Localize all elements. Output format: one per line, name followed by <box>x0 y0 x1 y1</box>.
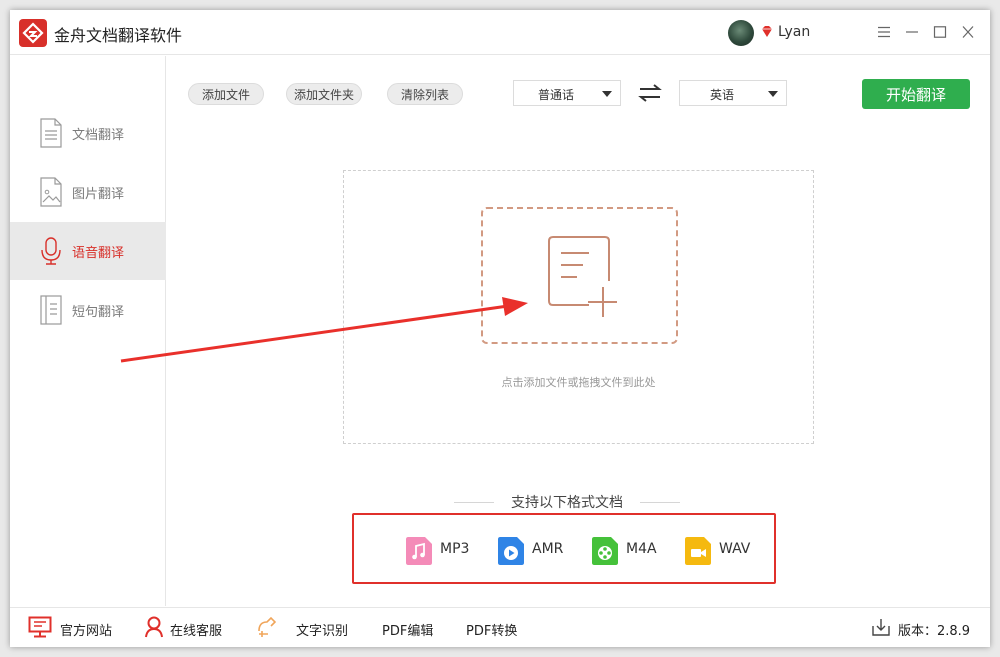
format-label: M4A <box>626 541 657 557</box>
divider <box>454 502 494 503</box>
official-website-label: 官方网站 <box>60 624 113 639</box>
sidebar-item-label: 图片翻译 <box>72 187 125 202</box>
image-icon <box>40 177 62 207</box>
sidebar: 文档翻译 图片翻译 语音翻译 短句翻译 <box>10 56 166 606</box>
start-translate-button[interactable]: 开始翻译 <box>862 79 970 109</box>
chevron-down-icon <box>768 91 778 97</box>
video-file-icon <box>685 537 711 565</box>
source-language-select[interactable]: 普通话 <box>513 80 621 106</box>
official-website-link[interactable]: 官方网站 <box>26 608 118 647</box>
notebook-icon <box>40 295 62 325</box>
target-language-select[interactable]: 英语 <box>679 80 787 106</box>
target-language-value: 英语 <box>709 88 734 102</box>
online-support-link[interactable]: 在线客服 <box>144 608 236 647</box>
online-support-label: 在线客服 <box>170 624 223 639</box>
download-update-icon <box>872 619 890 636</box>
add-file-target[interactable] <box>481 207 678 344</box>
sidebar-item-sentence-translate[interactable]: 短句翻译 <box>10 281 166 339</box>
pdf-convert-label: PDF转换 <box>466 624 518 639</box>
file-drop-zone[interactable]: 点击添加文件或拖拽文件到此处 <box>343 170 814 444</box>
document-icon <box>40 118 62 148</box>
status-bar: 官方网站 在线客服 文字识别 PDF编辑 PDF转换 版本：2.8.9 <box>10 607 990 647</box>
app-title: 金舟文档翻译软件 <box>54 26 183 45</box>
close-icon <box>962 26 974 38</box>
microphone-icon <box>41 237 61 265</box>
reel-file-icon <box>592 537 618 565</box>
monitor-icon <box>28 616 52 638</box>
version-label: 版本：2.8.9 <box>898 624 971 639</box>
close-button[interactable] <box>956 20 980 44</box>
formats-title-text: 支持以下格式文档 <box>511 495 623 511</box>
formats-title: 支持以下格式文档 <box>454 492 680 512</box>
pdf-edit-label: PDF编辑 <box>382 624 434 639</box>
app-logo-icon <box>19 19 47 47</box>
menu-button[interactable] <box>872 20 896 44</box>
divider <box>640 502 680 503</box>
menu-icon <box>878 26 890 38</box>
format-label: WAV <box>719 541 751 557</box>
format-label: AMR <box>532 541 564 557</box>
pdf-convert-link[interactable]: PDF转换 <box>466 608 526 647</box>
drop-hint: 点击添加文件或拖拽文件到此处 <box>501 376 656 389</box>
swap-languages-icon[interactable] <box>638 82 662 104</box>
sidebar-item-label: 短句翻译 <box>72 305 125 320</box>
ocr-label: 文字识别 <box>296 624 349 639</box>
sidebar-item-image-translate[interactable]: 图片翻译 <box>10 163 166 221</box>
document-add-icon <box>548 236 617 317</box>
user-support-icon <box>145 616 163 638</box>
chevron-down-icon <box>602 91 612 97</box>
app-window: 金舟文档翻译软件 Lyan 文档翻译 图片翻译 语音翻译 短句翻译 添加文件 添… <box>10 10 990 647</box>
ocr-scan-icon <box>258 616 277 637</box>
maximize-icon <box>933 26 947 38</box>
music-file-icon <box>406 537 432 565</box>
minimize-button[interactable] <box>900 20 924 44</box>
clear-list-button[interactable]: 清除列表 <box>387 83 463 105</box>
sidebar-item-label: 文档翻译 <box>72 128 125 143</box>
sidebar-item-voice-translate[interactable]: 语音翻译 <box>10 222 166 280</box>
format-label: MP3 <box>440 541 470 557</box>
title-bar: 金舟文档翻译软件 Lyan <box>10 10 990 55</box>
play-file-icon <box>498 537 524 565</box>
sidebar-item-document-translate[interactable]: 文档翻译 <box>10 104 166 162</box>
avatar[interactable] <box>728 20 754 46</box>
sidebar-item-label: 语音翻译 <box>72 246 125 261</box>
vip-diamond-icon <box>762 26 772 37</box>
user-name[interactable]: Lyan <box>778 24 810 40</box>
ocr-link[interactable]: 文字识别 <box>256 608 352 647</box>
supported-formats-box: MP3 AMR M4A WAV <box>352 513 776 584</box>
add-folder-button[interactable]: 添加文件夹 <box>286 83 362 105</box>
pdf-edit-link[interactable]: PDF编辑 <box>382 608 442 647</box>
source-language-value: 普通话 <box>537 88 574 102</box>
add-file-button[interactable]: 添加文件 <box>188 83 264 105</box>
minimize-icon <box>906 31 918 33</box>
maximize-button[interactable] <box>928 20 952 44</box>
version-info[interactable]: 版本：2.8.9 <box>872 608 984 647</box>
